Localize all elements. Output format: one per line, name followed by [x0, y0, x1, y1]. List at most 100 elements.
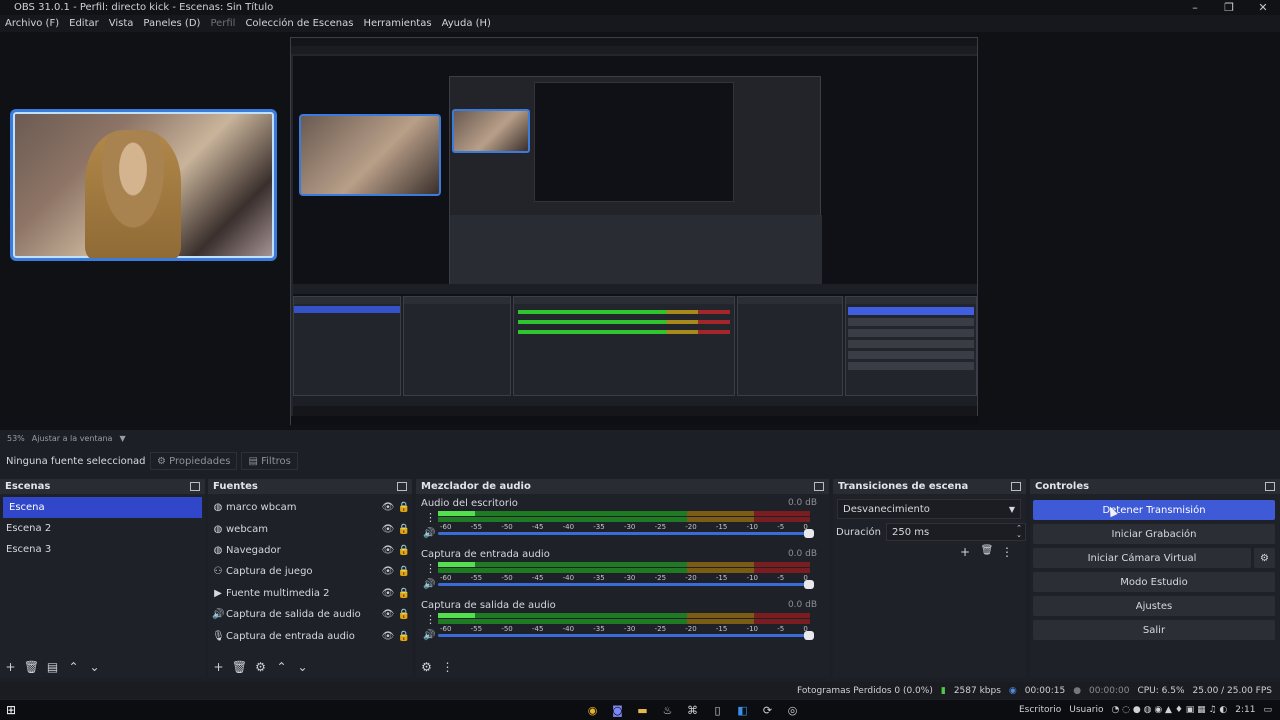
- studio-mode-button[interactable]: Modo Estudio: [1033, 572, 1275, 592]
- sync-icon[interactable]: ⟳: [755, 704, 780, 717]
- lock-icon[interactable]: 🔒: [396, 588, 412, 599]
- trash-icon[interactable]: 🗑: [229, 660, 250, 674]
- source-item[interactable]: ◍ marco wbcam 👁 🔒: [208, 497, 412, 518]
- stop-stream-button[interactable]: Detener Transmisión: [1033, 500, 1275, 520]
- arrow-down-icon[interactable]: ⌄: [292, 660, 313, 674]
- virtual-camera-button[interactable]: Iniciar Cámara Virtual: [1033, 548, 1251, 568]
- eye-icon[interactable]: 👁: [380, 502, 396, 513]
- transition-select[interactable]: Desvanecimiento ▼: [837, 499, 1021, 519]
- undock-icon[interactable]: [397, 482, 407, 491]
- menu-perfil[interactable]: Perfil: [205, 18, 240, 29]
- undock-icon[interactable]: [814, 482, 824, 491]
- kebab-menu-icon[interactable]: ⋮: [425, 562, 436, 575]
- menu-ayuda[interactable]: Ayuda (H): [437, 18, 496, 29]
- webcam-feed-image[interactable]: [10, 109, 277, 261]
- volume-slider-handle[interactable]: [804, 631, 814, 640]
- gear-icon[interactable]: ⚙: [416, 660, 437, 674]
- obs-icon[interactable]: ◎: [780, 704, 805, 717]
- exit-button[interactable]: Salir: [1033, 620, 1275, 640]
- kebab-menu-icon[interactable]: ⋮: [425, 613, 436, 626]
- lock-icon[interactable]: 🔒: [396, 524, 412, 535]
- kebab-menu-icon[interactable]: ⋮: [425, 511, 436, 524]
- folder-icon[interactable]: ▬: [630, 704, 655, 717]
- trash-icon[interactable]: 🗑: [976, 545, 998, 559]
- add-icon[interactable]: +: [954, 545, 976, 559]
- menu-coleccion-escenas[interactable]: Colección de Escenas: [240, 18, 358, 29]
- settings-button[interactable]: Ajustes: [1033, 596, 1275, 616]
- duration-spinbox[interactable]: 250 ms ⌃ ⌄: [886, 523, 1026, 541]
- source-item[interactable]: ▶ Fuente multimedia 2 👁 🔒: [208, 583, 412, 604]
- scene-item[interactable]: Escena 2: [0, 518, 205, 539]
- eye-icon[interactable]: 👁: [380, 545, 396, 556]
- add-icon[interactable]: +: [208, 660, 229, 674]
- add-icon[interactable]: +: [0, 660, 21, 674]
- lock-icon[interactable]: 🔒: [396, 545, 412, 556]
- chevron-down-icon[interactable]: ▼: [119, 434, 125, 443]
- scene-item[interactable]: Escena 3: [0, 539, 205, 560]
- kebab-menu-icon[interactable]: ⋮: [998, 545, 1016, 559]
- lock-icon[interactable]: 🔒: [396, 631, 412, 642]
- volume-slider[interactable]: [438, 529, 814, 538]
- kebab-menu-icon[interactable]: ⋮: [437, 660, 458, 674]
- trash-icon[interactable]: 🗑: [21, 660, 42, 674]
- speaker-icon[interactable]: 🔊: [423, 579, 435, 590]
- volume-slider[interactable]: [438, 580, 814, 589]
- gear-icon[interactable]: ⚙: [250, 660, 271, 674]
- channel-name: Captura de entrada audio: [421, 549, 550, 560]
- app-icon[interactable]: ⌘: [680, 704, 705, 717]
- menu-vista[interactable]: Vista: [104, 18, 139, 29]
- start-recording-button[interactable]: Iniciar Grabación: [1033, 524, 1275, 544]
- volume-slider[interactable]: [438, 631, 814, 640]
- eye-icon[interactable]: 👁: [380, 609, 396, 620]
- windows-start-icon[interactable]: ⊞: [6, 703, 20, 717]
- source-item[interactable]: 🎙 Captura de entrada audio 👁 🔒: [208, 625, 412, 646]
- source-item[interactable]: ⚇ Captura de juego 👁 🔒: [208, 561, 412, 582]
- scene-item[interactable]: Escena: [3, 497, 202, 518]
- spin-arrows-icon[interactable]: ⌃ ⌄: [1016, 525, 1022, 539]
- eye-icon[interactable]: 👁: [380, 524, 396, 535]
- eye-icon[interactable]: 👁: [380, 566, 396, 577]
- steam-icon[interactable]: ♨: [655, 704, 680, 717]
- minimize-icon[interactable]: –: [1178, 1, 1212, 14]
- filters-button[interactable]: ▤ Filtros: [241, 452, 298, 470]
- properties-button[interactable]: ⚙ Propiedades: [150, 452, 238, 470]
- source-item[interactable]: 🔊 Captura de salida de audio 👁 🔒: [208, 604, 412, 625]
- document-icon[interactable]: ▯: [705, 704, 730, 717]
- undock-icon[interactable]: [190, 482, 200, 491]
- speaker-icon[interactable]: 🔊: [423, 528, 435, 539]
- undock-icon[interactable]: [1265, 482, 1275, 491]
- menu-archivo[interactable]: Archivo (F): [0, 18, 64, 29]
- eye-icon[interactable]: 👁: [380, 631, 396, 642]
- volume-slider-handle[interactable]: [804, 529, 814, 538]
- tray-icons[interactable]: ◔ ◌ ● ◍ ◉ ▲ ♦ ▣ ▦ ♫ ◐: [1111, 705, 1227, 715]
- arrow-up-icon[interactable]: ⌃: [63, 660, 84, 674]
- edge-icon[interactable]: ◧: [730, 704, 755, 717]
- volume-slider-handle[interactable]: [804, 580, 814, 589]
- restore-icon[interactable]: ❐: [1212, 1, 1246, 14]
- speaker-icon[interactable]: 🔊: [423, 630, 435, 641]
- notification-icon[interactable]: ▭: [1263, 705, 1272, 715]
- lock-icon[interactable]: 🔒: [396, 609, 412, 620]
- undock-icon[interactable]: [1011, 482, 1021, 491]
- chrome-icon[interactable]: ◉: [580, 704, 605, 717]
- source-item[interactable]: ◍ Navegador 👁 🔒: [208, 540, 412, 561]
- fit-window-dropdown[interactable]: Ajustar a la ventana: [32, 434, 113, 443]
- menu-herramientas[interactable]: Herramientas: [358, 18, 436, 29]
- close-icon[interactable]: ✕: [1246, 1, 1280, 14]
- display-capture-image[interactable]: [290, 37, 979, 425]
- source-item[interactable]: ◍ webcam 👁 🔒: [208, 518, 412, 539]
- virtual-camera-settings-button[interactable]: ⚙: [1254, 548, 1275, 568]
- arrow-down-icon[interactable]: ⌄: [84, 660, 105, 674]
- desktop-label[interactable]: Escritorio: [1019, 705, 1061, 715]
- lock-icon[interactable]: 🔒: [396, 502, 412, 513]
- lock-icon[interactable]: 🔒: [396, 566, 412, 577]
- filter-icon[interactable]: ▤: [42, 660, 63, 674]
- user-label[interactable]: Usuario: [1069, 705, 1103, 715]
- eye-icon[interactable]: 👁: [380, 588, 396, 599]
- arrow-up-icon[interactable]: ⌃: [271, 660, 292, 674]
- transitions-title: Transiciones de escena: [838, 481, 969, 492]
- discord-icon[interactable]: ◙: [605, 704, 630, 717]
- meter-tick-label: -20: [685, 523, 697, 531]
- menu-editar[interactable]: Editar: [64, 18, 104, 29]
- menu-paneles[interactable]: Paneles (D): [138, 18, 205, 29]
